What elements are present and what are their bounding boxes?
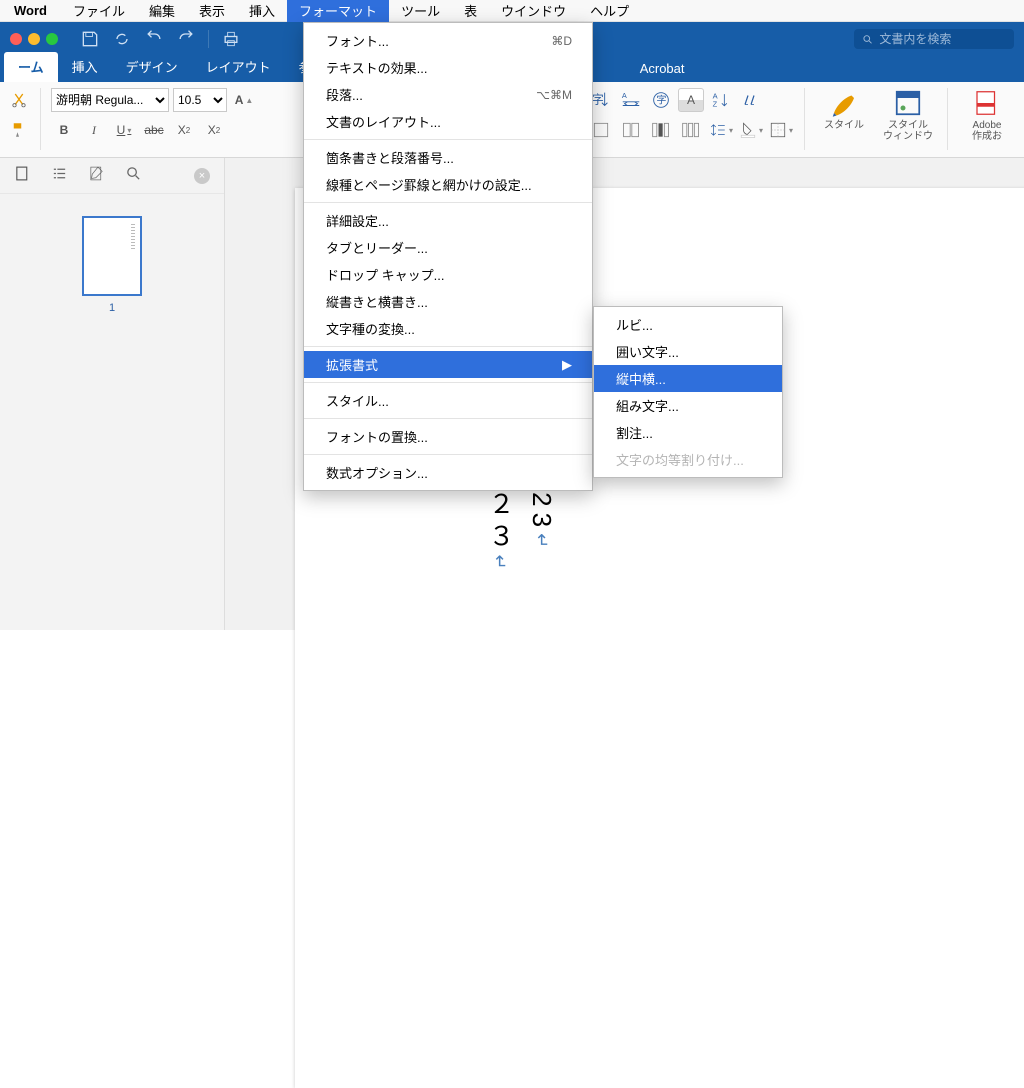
format-painter-icon[interactable] [8,118,30,142]
submenu-item[interactable]: ルビ... [594,311,782,338]
page-number-label: 1 [0,302,224,314]
align-distributed-icon[interactable]: A [618,88,644,112]
submenu-item[interactable]: 縦中横... [594,365,782,392]
menu-edit[interactable]: 編集 [137,0,187,22]
bold-button[interactable]: B [51,118,77,142]
tab-home[interactable]: ーム [4,52,58,82]
menu-item[interactable]: テキストの効果... [304,54,592,81]
page-thumbnail[interactable] [82,216,142,296]
menu-item[interactable]: 文書のレイアウト... [304,108,592,135]
submenu-item[interactable]: 囲い文字... [594,338,782,365]
review-tab-icon[interactable] [88,165,105,187]
menu-item[interactable]: 段落...⌥⌘M [304,81,592,108]
superscript-button[interactable]: X2 [201,118,227,142]
shading-icon[interactable]: ▾ [738,118,764,142]
navigation-pane: × 1 [0,158,225,630]
strikethrough-button[interactable]: abc [141,118,167,142]
advanced-format-submenu: ルビ...囲い文字...縦中横...組み文字...割注...文字の均等割り付け.… [593,306,783,478]
menu-insert[interactable]: 挿入 [237,0,287,22]
menu-file[interactable]: ファイル [61,0,137,22]
char-shading-icon[interactable]: A [678,88,704,112]
find-tab-icon[interactable] [125,165,142,187]
tab-acrobat[interactable]: Acrobat [626,56,699,82]
columns-wide-icon[interactable] [678,118,704,142]
menu-item[interactable]: 数式オプション... [304,459,592,486]
menu-item[interactable]: 縦書きと横書き... [304,288,592,315]
sync-icon[interactable] [112,29,132,49]
menu-tools[interactable]: ツール [389,0,452,22]
menu-item[interactable]: 箇条書きと段落番号... [304,144,592,171]
svg-text:A: A [622,91,627,100]
enclose-char-icon[interactable]: 字 [648,88,674,112]
submenu-item[interactable]: 組み文字... [594,392,782,419]
menu-item[interactable]: ドロップ キャップ... [304,261,592,288]
save-icon[interactable] [80,29,100,49]
menu-format[interactable]: フォーマット [287,0,389,22]
tab-insert[interactable]: 挿入 [58,52,112,82]
fullscreen-window-button[interactable] [46,33,58,45]
style-window-button[interactable]: スタイル ウィンドウ [879,88,937,142]
svg-text:Z: Z [713,100,718,109]
grow-font-icon[interactable]: A▲ [231,88,257,112]
search-box[interactable] [854,29,1014,49]
close-pane-icon[interactable]: × [194,168,210,184]
minimize-window-button[interactable] [28,33,40,45]
svg-text:字: 字 [656,94,666,107]
app-name: Word [0,3,61,18]
print-icon[interactable] [221,29,241,49]
mac-menubar: Word ファイル 編集 表示 挿入 フォーマット ツール 表 ウインドウ ヘル… [0,0,1024,22]
cut-icon[interactable] [8,88,30,112]
menu-item[interactable]: 文字種の変換... [304,315,592,342]
submenu-item[interactable]: 割注... [594,419,782,446]
columns-2-icon[interactable] [618,118,644,142]
menu-window[interactable]: ウインドウ [489,0,578,22]
paintbrush-icon [829,88,859,118]
styles-button[interactable]: スタイル [815,88,873,131]
redo-icon[interactable] [176,29,196,49]
menu-table[interactable]: 表 [452,0,489,22]
thumbnails-tab-icon[interactable] [14,165,31,187]
subscript-button[interactable]: X2 [171,118,197,142]
menu-item[interactable]: 詳細設定... [304,207,592,234]
menu-item[interactable]: フォントの置換... [304,423,592,450]
borders-icon[interactable]: ▾ [768,118,794,142]
columns-3-icon[interactable] [648,118,674,142]
tab-layout[interactable]: レイアウト [192,52,285,82]
tab-design[interactable]: デザイン [112,52,192,82]
submenu-item: 文字の均等割り付け... [594,446,782,473]
font-size-select[interactable]: 10.5 [173,88,227,112]
pdf-icon [972,88,1002,118]
search-icon [862,33,873,46]
show-marks-icon[interactable] [738,88,764,112]
menu-view[interactable]: 表示 [187,0,237,22]
menu-item[interactable]: タブとリーダー... [304,234,592,261]
format-menu-dropdown: フォント...⌘Dテキストの効果...段落...⌥⌘M文書のレイアウト... 箇条… [303,22,593,491]
outline-tab-icon[interactable] [51,165,68,187]
menu-help[interactable]: ヘルプ [578,0,641,22]
close-window-button[interactable] [10,33,22,45]
svg-text:字: 字 [592,93,604,107]
underline-button[interactable]: U▾ [111,118,137,142]
undo-icon[interactable] [144,29,164,49]
font-name-select[interactable]: 游明朝 Regula... [51,88,169,112]
window-controls [10,33,58,45]
menu-item[interactable]: 線種とページ罫線と網かけの設定... [304,171,592,198]
style-pane-icon [893,88,923,118]
menu-item[interactable]: スタイル... [304,387,592,414]
menu-item[interactable]: フォント...⌘D [304,27,592,54]
italic-button[interactable]: I [81,118,107,142]
adobe-create-button[interactable]: Adobe 作成お [958,88,1016,142]
sort-icon[interactable]: AZ [708,88,734,112]
line-spacing-icon[interactable]: ▾ [708,118,734,142]
search-input[interactable] [879,32,1006,46]
menu-item[interactable]: 拡張書式▶ [304,351,592,378]
